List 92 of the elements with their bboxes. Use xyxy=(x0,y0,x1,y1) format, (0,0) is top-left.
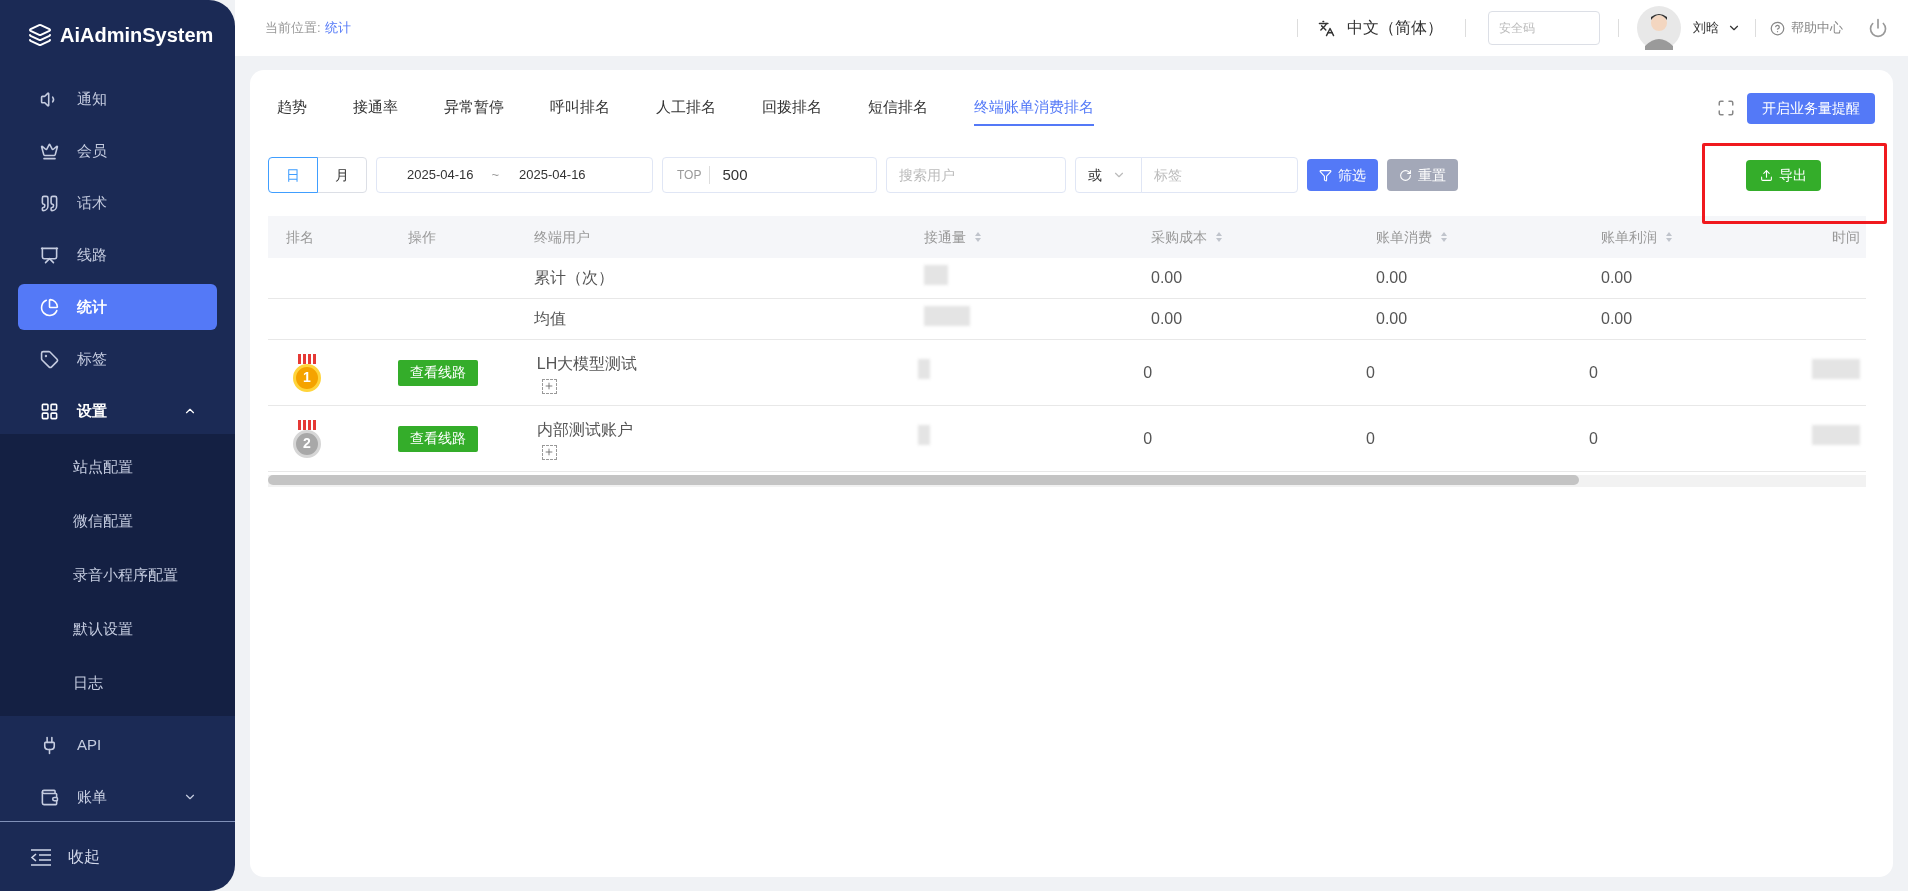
tag-icon xyxy=(40,349,59,369)
table-cell-text: 0 xyxy=(1143,428,1153,449)
table-cell-text: 0 xyxy=(1589,362,1598,383)
tag-field[interactable]: 标签 xyxy=(1141,157,1298,193)
table-cell-text: 0 xyxy=(1366,362,1375,383)
tab[interactable]: 短信排名 xyxy=(868,90,928,126)
column-header: 账单利润 xyxy=(1601,227,1657,247)
column-header: 操作 xyxy=(408,227,436,247)
blurred-value xyxy=(1812,359,1860,379)
outdent-icon xyxy=(30,847,52,866)
table-cell-text: 内部测试账户 xyxy=(536,419,634,440)
top-count-field[interactable]: TOP 500 xyxy=(662,157,877,193)
blurred-value xyxy=(924,305,970,326)
tab[interactable]: 回拨排名 xyxy=(762,90,822,126)
pie-chart-icon xyxy=(40,297,59,317)
blurred-value xyxy=(918,359,931,379)
horizontal-scrollbar[interactable] xyxy=(268,475,1579,485)
breadcrumb-link[interactable]: 统计 xyxy=(324,18,351,38)
tab[interactable]: 人工排名 xyxy=(656,90,716,126)
table-cell-text: 0 xyxy=(1589,428,1598,449)
column-header: 接通量 xyxy=(924,227,966,247)
crown-icon xyxy=(40,141,59,161)
breadcrumb-label: 当前位置: xyxy=(265,19,321,38)
tab[interactable]: 异常暂停 xyxy=(444,90,504,126)
filter-icon xyxy=(1319,168,1332,182)
tab[interactable]: 终端账单消费排名 xyxy=(974,90,1094,126)
language-selector[interactable]: 中文（简体） xyxy=(1347,16,1443,40)
sidebar-item[interactable]: 账单 xyxy=(18,774,217,820)
help-link[interactable]: 帮助中心 xyxy=(1791,18,1843,38)
period-toggle[interactable]: 月 xyxy=(317,157,367,193)
submenu-item[interactable]: 录音小程序配置 xyxy=(0,548,235,602)
sidebar-item[interactable]: 线路 xyxy=(18,232,217,278)
submenu-item[interactable]: 日志 xyxy=(0,656,235,710)
sort-icon[interactable] xyxy=(1215,231,1223,243)
tab[interactable]: 接通率 xyxy=(353,90,398,126)
brand-name: AiAdminSystem xyxy=(60,23,214,48)
column-header: 采购成本 xyxy=(1151,227,1207,247)
sort-icon[interactable] xyxy=(1665,231,1673,243)
sidebar-item[interactable]: API xyxy=(18,722,217,768)
sidebar-item[interactable]: 统计 xyxy=(18,284,217,330)
submenu-item[interactable]: 站点配置 xyxy=(0,440,235,494)
avatar[interactable] xyxy=(1637,6,1681,50)
help-icon[interactable] xyxy=(1770,20,1785,36)
table-cell-text: 0.00 xyxy=(1601,268,1633,288)
user-name[interactable]: 刘晗 xyxy=(1693,18,1719,38)
table-cell-text: 均值 xyxy=(534,309,567,329)
sidebar-item[interactable]: 设置 xyxy=(18,388,217,434)
tab[interactable]: 呼叫排名 xyxy=(550,90,610,126)
collapse-button[interactable]: 收起 xyxy=(0,821,235,891)
column-header: 终端用户 xyxy=(534,227,590,247)
table-cell-text: LH大模型测试 xyxy=(536,353,639,374)
filter-button[interactable]: 筛选 xyxy=(1307,159,1378,191)
translate-icon[interactable] xyxy=(1318,19,1335,37)
table-cell-text: 累计（次） xyxy=(534,268,615,288)
quote-icon xyxy=(40,193,59,213)
table-cell-text: 0.00 xyxy=(1151,309,1183,329)
power-icon[interactable] xyxy=(1868,18,1888,38)
wallet-icon xyxy=(40,787,59,807)
table-cell-text: 0 xyxy=(1366,428,1375,449)
blurred-value xyxy=(1812,425,1860,445)
user-search-field[interactable]: 搜索用户 xyxy=(886,157,1066,193)
logic-select[interactable]: 或 xyxy=(1075,157,1142,193)
blurred-value xyxy=(924,264,948,285)
sidebar-item[interactable]: 通知 xyxy=(18,76,217,122)
layers-logo-icon xyxy=(28,23,52,47)
monitor-icon xyxy=(40,245,59,265)
table-cell-text: 0.00 xyxy=(1151,268,1183,288)
alert-button[interactable]: 开启业务量提醒 xyxy=(1747,92,1875,124)
reset-icon xyxy=(1399,168,1412,182)
date-range-field[interactable]: 2025-04-16 ~ 2025-04-16 xyxy=(376,157,653,193)
sidebar-item[interactable]: 标签 xyxy=(18,336,217,382)
sort-icon[interactable] xyxy=(974,231,982,243)
submenu-item[interactable]: 默认设置 xyxy=(0,602,235,656)
submenu-item[interactable]: 微信配置 xyxy=(0,494,235,548)
sort-icon[interactable] xyxy=(1440,231,1448,243)
fullscreen-icon[interactable] xyxy=(1717,99,1735,117)
sidebar-item[interactable]: 会员 xyxy=(18,128,217,174)
blurred-value xyxy=(918,425,931,445)
expand-icon[interactable] xyxy=(541,444,557,460)
expand-icon[interactable] xyxy=(541,378,557,394)
column-header: 排名 xyxy=(286,227,314,247)
column-header: 账单消费 xyxy=(1376,227,1432,247)
grid-icon xyxy=(40,401,59,421)
table-cell-text: 0 xyxy=(1143,362,1153,383)
sidebar-item[interactable]: 话术 xyxy=(18,180,217,226)
tab[interactable]: 趋势 xyxy=(277,90,307,126)
table-cell-text: 0.00 xyxy=(1601,309,1633,329)
upload-icon xyxy=(1760,168,1773,182)
column-header: 时间 xyxy=(1832,227,1860,247)
table-cell-text: 0.00 xyxy=(1376,309,1408,329)
table-cell-text: 0.00 xyxy=(1376,268,1408,288)
security-code-field[interactable]: 安全码 xyxy=(1488,11,1600,45)
